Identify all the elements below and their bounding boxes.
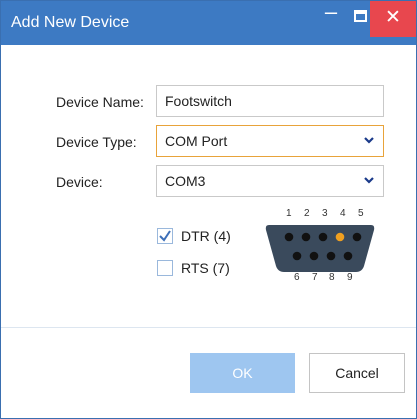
device-label: Device:	[56, 174, 103, 190]
pin-4-active	[335, 232, 345, 242]
db9-connector-icon	[265, 225, 375, 272]
pin-8	[326, 251, 336, 261]
pin-5	[352, 232, 362, 242]
title-bar[interactable]: Add New Device ‒ ✕	[1, 1, 416, 45]
chevron-down-icon	[364, 137, 374, 144]
pin-number: 7	[312, 272, 318, 283]
checkmark-icon	[159, 230, 171, 242]
pin-number: 2	[304, 208, 310, 219]
dtr-checkbox[interactable]	[157, 228, 173, 244]
chevron-down-icon	[364, 177, 374, 184]
pin-number: 3	[322, 208, 328, 219]
pin-number: 9	[347, 272, 353, 283]
rts-label: RTS (7)	[181, 260, 230, 276]
window-title: Add New Device	[11, 14, 130, 31]
device-name-field[interactable]	[156, 85, 384, 117]
pin-2	[301, 232, 311, 242]
rts-checkbox[interactable]	[157, 260, 173, 276]
pin-1	[284, 232, 294, 242]
device-name-input[interactable]	[157, 86, 365, 116]
pin-3	[318, 232, 328, 242]
device-type-select[interactable]: COM Port	[156, 125, 384, 157]
pin-number: 1	[286, 208, 292, 219]
pin-9	[343, 251, 353, 261]
footer-divider	[1, 327, 416, 328]
maximize-icon	[354, 10, 367, 22]
dtr-label: DTR (4)	[181, 228, 231, 244]
pin-6	[292, 251, 302, 261]
pin-number: 4	[340, 208, 346, 219]
cancel-button[interactable]: Cancel	[309, 353, 405, 393]
device-value: COM3	[165, 173, 206, 189]
ok-button[interactable]: OK	[190, 353, 295, 393]
device-type-label: Device Type:	[56, 134, 137, 150]
pin-number: 8	[329, 272, 335, 283]
close-button[interactable]: ✕	[370, 1, 416, 37]
device-select[interactable]: COM3	[156, 165, 384, 197]
pin-number: 5	[358, 208, 364, 219]
pin-number: 6	[294, 272, 300, 283]
device-type-value: COM Port	[165, 133, 228, 149]
device-name-label: Device Name:	[56, 94, 144, 110]
pin-7	[309, 251, 319, 261]
close-icon: ✕	[385, 7, 401, 28]
add-device-dialog: Add New Device ‒ ✕ Device Name: Device T…	[0, 0, 417, 419]
